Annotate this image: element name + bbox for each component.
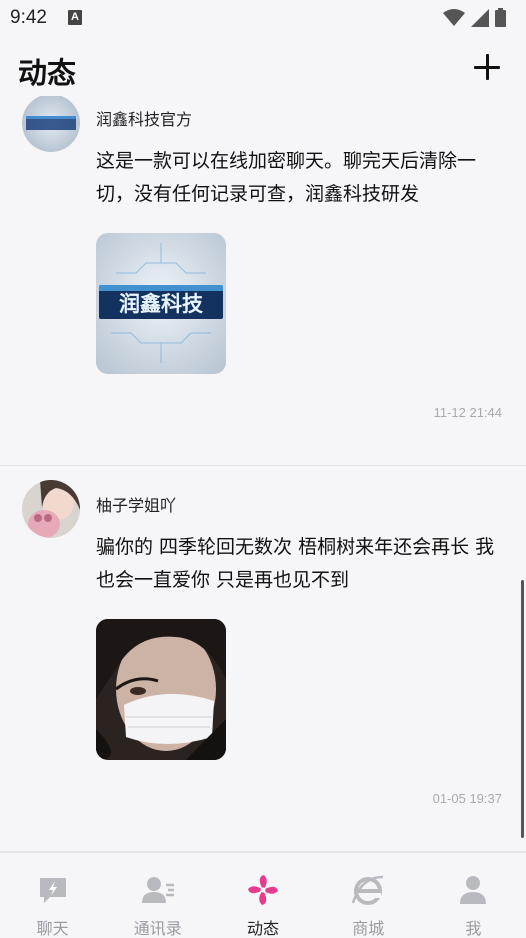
tab-label: 聊天: [36, 919, 69, 938]
signal-icon: [471, 8, 489, 27]
post-card[interactable]: 润鑫科技官方 这是一款可以在线加密聊天。聊完天后清除一切，没有任何记录可查，润鑫…: [0, 96, 526, 466]
post-text: 这是一款可以在线加密聊天。聊完天后清除一切，没有任何记录可查，润鑫科技研发: [96, 150, 477, 205]
author-avatar[interactable]: [22, 96, 80, 152]
post-image[interactable]: 润鑫科技: [96, 233, 226, 374]
bottom-tab-bar: 聊天 通讯录 动态 商城 我: [0, 852, 526, 938]
post-author[interactable]: 润鑫科技官方: [96, 106, 192, 130]
tab-label: 通讯录: [133, 919, 182, 938]
tab-label: 动态: [247, 919, 280, 938]
post-image-logo-text: 润鑫科技: [119, 292, 204, 316]
tab-label: 商城: [352, 919, 385, 938]
tab-store[interactable]: 商城: [316, 853, 421, 938]
author-avatar[interactable]: [22, 480, 80, 538]
tab-me[interactable]: 我: [421, 853, 526, 938]
notification-indicator-icon: A: [68, 10, 82, 25]
add-post-button[interactable]: [474, 54, 502, 82]
page-title: 动态: [18, 56, 77, 90]
post-card[interactable]: 柚子学姐吖 骗你的 四季轮回无数次 梧桐树来年还会再长 我也会一直爱你 只是再也…: [0, 466, 526, 852]
tab-moments[interactable]: 动态: [210, 853, 315, 938]
tab-contacts[interactable]: 通讯录: [105, 853, 210, 938]
moments-feed[interactable]: 润鑫科技官方 这是一款可以在线加密聊天。聊完天后清除一切，没有任何记录可查，润鑫…: [0, 96, 526, 852]
post-timestamp: 11-12 21:44: [433, 405, 502, 420]
post-author[interactable]: 柚子学姐吖: [96, 492, 176, 516]
tab-label: 我: [465, 919, 482, 938]
feed-scrollbar[interactable]: [521, 580, 524, 838]
pinwheel-icon: [248, 875, 278, 905]
chat-bubble-icon: [39, 878, 66, 903]
status-time: 9:42: [10, 7, 47, 28]
status-icons: [443, 8, 506, 27]
tab-chat[interactable]: 聊天: [0, 853, 105, 938]
post-text: 骗你的 四季轮回无数次 梧桐树来年还会再长 我也会一直爱你 只是再也见不到: [96, 536, 495, 591]
status-bar: 9:42 A: [0, 0, 526, 36]
battery-icon: [495, 8, 506, 27]
post-image[interactable]: [96, 619, 226, 760]
person-icon: [460, 876, 487, 904]
store-e-icon: [352, 875, 384, 905]
wifi-icon: [443, 8, 465, 26]
header: 动态: [0, 36, 526, 96]
post-timestamp: 01-05 19:37: [432, 791, 502, 806]
contacts-icon: [141, 877, 174, 903]
